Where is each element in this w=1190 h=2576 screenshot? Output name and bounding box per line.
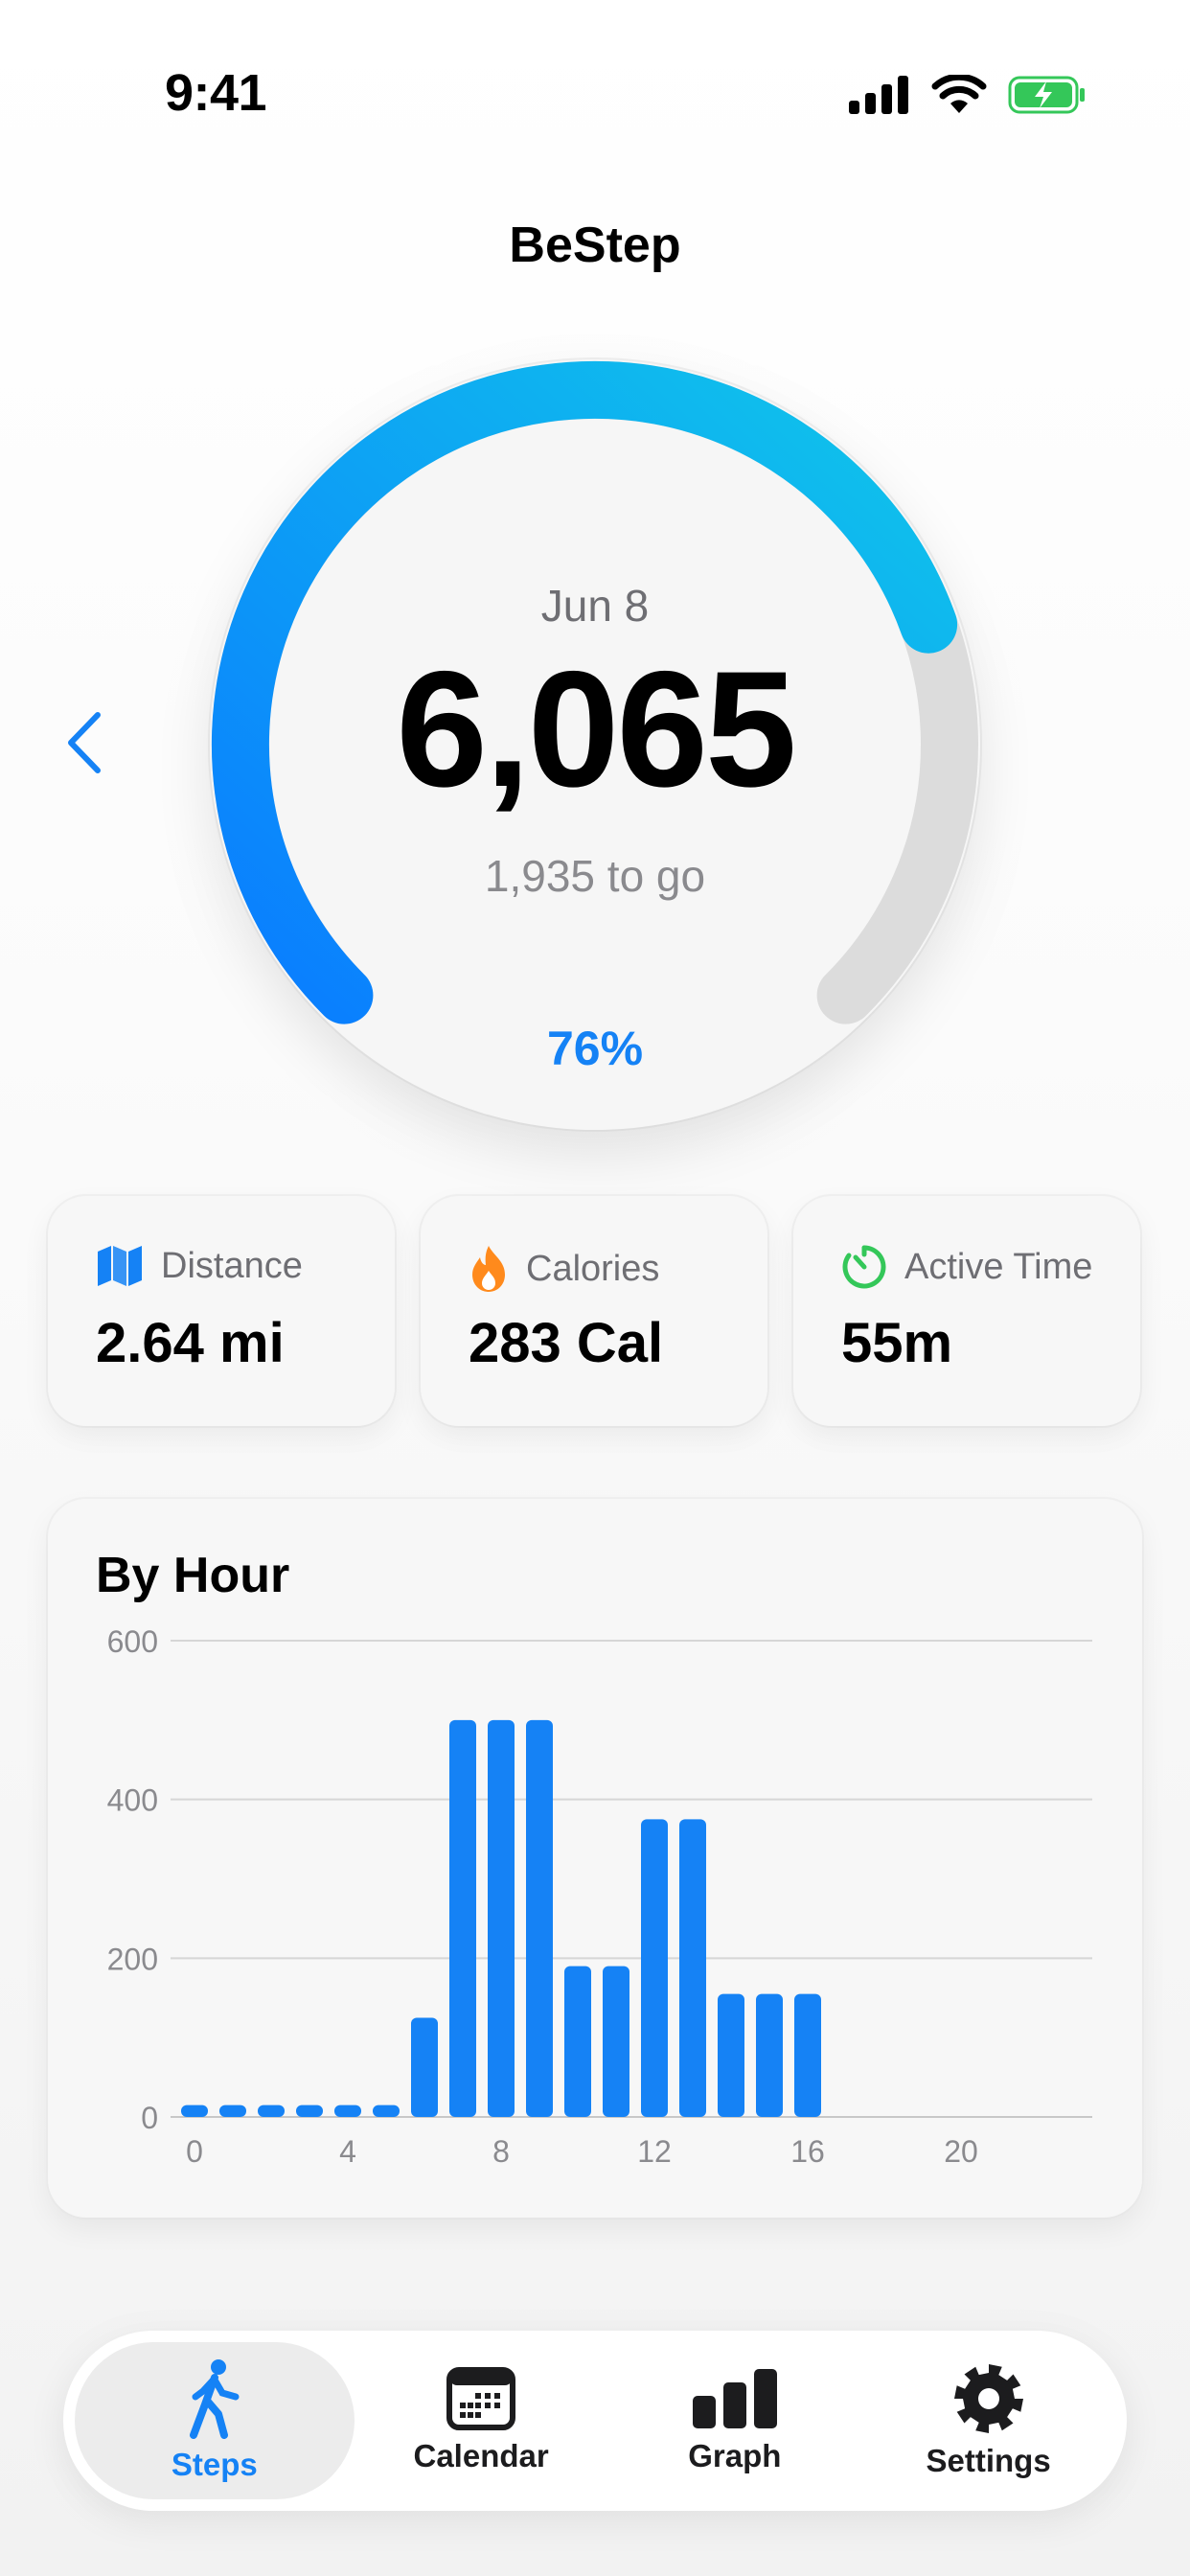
x-tick-label: 16 bbox=[790, 2134, 825, 2169]
x-tick-label: 20 bbox=[944, 2134, 978, 2169]
chevron-left-icon bbox=[68, 712, 101, 773]
x-tick-label: 0 bbox=[186, 2134, 203, 2169]
y-tick-label: 0 bbox=[141, 2101, 158, 2135]
hour-bar bbox=[526, 1719, 553, 2117]
status-time: 9:41 bbox=[165, 64, 267, 122]
flame-icon bbox=[472, 1246, 505, 1292]
status-bar: 9:41 bbox=[0, 0, 1190, 192]
hour-bar bbox=[794, 1993, 821, 2117]
distance-value: 2.64 mi bbox=[96, 1312, 285, 1374]
step-progress-ring: Jun 8 6,065 1,935 to go 76% bbox=[210, 359, 980, 1130]
x-tick-label: 12 bbox=[637, 2134, 672, 2169]
hour-bar bbox=[334, 2104, 361, 2117]
distance-card: Distance 2.64 mi bbox=[48, 1196, 395, 1426]
stats-row: Distance 2.64 mi Calories 283 Cal Active… bbox=[48, 1196, 1142, 1426]
hour-bar bbox=[679, 1819, 706, 2117]
active-time-value: 55m bbox=[841, 1312, 953, 1374]
hour-bar bbox=[219, 2104, 246, 2117]
walking-icon bbox=[189, 2359, 240, 2439]
cellular-signal-icon bbox=[849, 76, 908, 114]
hour-bar bbox=[373, 2104, 400, 2117]
hourly-steps-chart: 0 200 400 600 0 4 8 12 16 20 bbox=[107, 1624, 1092, 2169]
steps-remaining: 1,935 to go bbox=[484, 851, 706, 901]
tab-settings[interactable]: Settings bbox=[861, 2342, 1115, 2499]
status-icons bbox=[849, 75, 1087, 115]
gear-icon bbox=[953, 2364, 1023, 2433]
tab-calendar-label: Calendar bbox=[413, 2438, 549, 2473]
selected-date: Jun 8 bbox=[540, 581, 650, 631]
hour-bar bbox=[449, 1719, 476, 2117]
x-tick-label: 4 bbox=[339, 2134, 356, 2169]
y-tick-label: 400 bbox=[107, 1783, 158, 1818]
step-count: 6,065 bbox=[396, 637, 796, 821]
tab-graph-label: Graph bbox=[688, 2438, 782, 2473]
hour-bar bbox=[411, 2017, 438, 2117]
wifi-icon bbox=[931, 75, 987, 113]
distance-label: Distance bbox=[161, 1245, 303, 1286]
previous-day-button[interactable] bbox=[59, 709, 111, 776]
tab-calendar[interactable]: Calendar bbox=[355, 2342, 608, 2499]
hourly-chart-card: By Hour 0 200 400 600 0 4 8 12 16 20 bbox=[48, 1499, 1142, 2218]
tab-bar: Steps Calendar Graph Settings bbox=[63, 2331, 1127, 2511]
hour-bar bbox=[603, 1966, 629, 2117]
map-icon bbox=[98, 1246, 142, 1286]
x-tick-label: 8 bbox=[492, 2134, 510, 2169]
hour-bar bbox=[296, 2104, 323, 2117]
y-tick-label: 600 bbox=[107, 1624, 158, 1659]
y-tick-label: 200 bbox=[107, 1942, 158, 1976]
tab-steps-label: Steps bbox=[171, 2447, 258, 2482]
active-time-card: Active Time 55m bbox=[793, 1196, 1140, 1426]
hour-bar bbox=[718, 1993, 744, 2117]
battery-charging-icon bbox=[1008, 76, 1085, 114]
timer-icon bbox=[842, 1245, 886, 1289]
hour-bar bbox=[181, 2104, 208, 2117]
progress-percent: 76% bbox=[546, 1022, 644, 1075]
calories-label: Calories bbox=[526, 1248, 660, 1289]
hour-bar bbox=[258, 2104, 285, 2117]
tab-settings-label: Settings bbox=[926, 2443, 1051, 2478]
calories-card: Calories 283 Cal bbox=[421, 1196, 767, 1426]
tab-steps[interactable]: Steps bbox=[75, 2342, 355, 2499]
active-time-label: Active Time bbox=[904, 1246, 1093, 1287]
hour-bar bbox=[488, 1719, 515, 2117]
bar-chart-icon bbox=[692, 2369, 777, 2428]
hour-bar bbox=[641, 1819, 668, 2117]
hour-bar bbox=[756, 1993, 783, 2117]
calories-value: 283 Cal bbox=[469, 1312, 664, 1374]
hour-bar bbox=[564, 1966, 591, 2117]
tab-graph[interactable]: Graph bbox=[607, 2342, 861, 2499]
app-title: BeStep bbox=[509, 218, 681, 273]
calendar-icon bbox=[446, 2367, 516, 2430]
